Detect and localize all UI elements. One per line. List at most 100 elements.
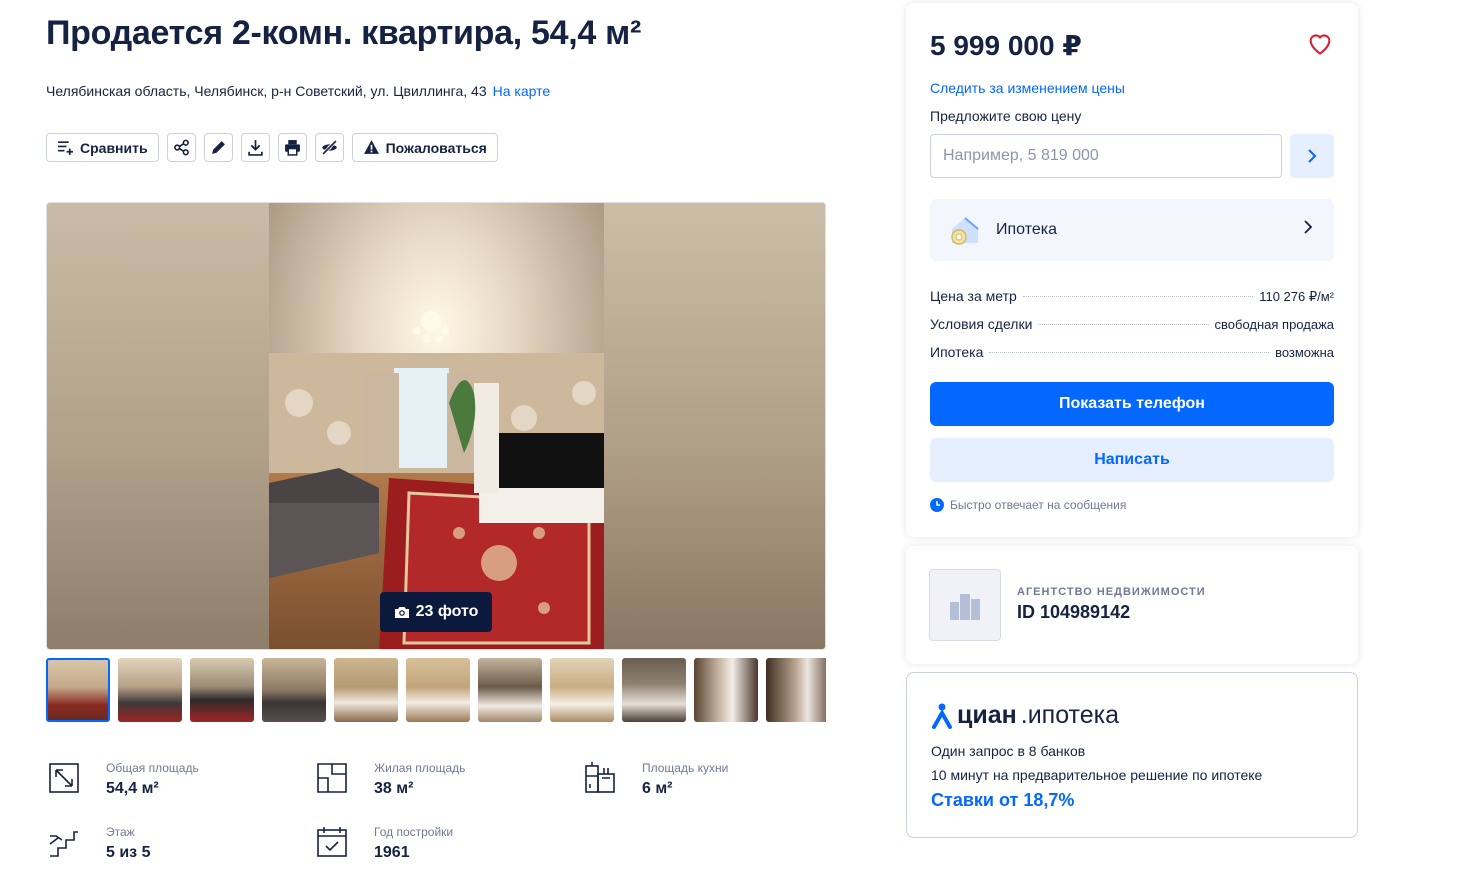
detail-row: Условия сделки свободная продажа [930,316,1334,334]
offer-price-input[interactable] [930,134,1282,178]
thumbnail[interactable] [766,658,826,722]
cian-brand: циан [957,701,1017,729]
download-icon [247,140,263,156]
fact-label: Жилая площадь [374,761,466,775]
share-button[interactable] [166,133,196,162]
cian-mortgage-logo: циан .ипотека [931,701,1119,730]
fact-label: Площадь кухни [642,761,729,775]
cian-brand-suffix: .ипотека [1020,701,1120,729]
fact-label: Год постройки [374,825,454,839]
print-button[interactable] [277,133,307,162]
thumbnail[interactable] [478,658,542,722]
chevron-right-icon [1308,149,1317,163]
mortgage-row[interactable]: Ипотека [930,199,1334,261]
area-icon [49,763,79,793]
detail-label: Условия сделки [930,316,1033,332]
agency-logo [929,569,1001,641]
detail-value: возможна [1275,345,1334,360]
cian-line-2: 10 минут на предварительное решение по и… [931,767,1263,783]
mortgage-label: Ипотека [996,221,1058,238]
page-title: Продается 2-комн. квартира, 54,4 м² [46,14,641,52]
compare-icon [58,141,73,155]
show-phone-button[interactable]: Показать телефон [930,382,1334,426]
fact-build-year: Год постройки 1961 [314,824,453,864]
fact-value: 5 из 5 [106,844,151,861]
calendar-icon [317,827,347,857]
print-icon [284,140,300,156]
building-icon [950,594,980,620]
thumbnail-strip [46,658,826,722]
agency-card[interactable]: АГЕНТСТВО НЕДВИЖИМОСТИ ID 104989142 [906,546,1358,664]
floorplan-icon [317,763,347,793]
complain-label: Пожаловаться [385,139,487,156]
thumbnail[interactable] [622,658,686,722]
offer-label: Предложите свою цену [930,108,1082,124]
living-room-photo [269,203,604,649]
photo-counter-button[interactable]: 23 фото [380,592,492,632]
fact-label: Этаж [106,825,135,839]
thumbnail[interactable] [550,658,614,722]
cian-rate: Ставки от 18,7% [931,790,1075,810]
detail-value: свободная продажа [1214,317,1334,332]
main-photo[interactable] [269,203,604,649]
detail-row: Ипотека возможна [930,344,1334,362]
gallery-blur-right [603,203,825,649]
camera-icon [394,607,409,618]
cian-line-1: Один запрос в 8 банков [931,743,1086,759]
hide-icon [321,139,337,156]
detail-row: Цена за метр 110 276 ₽/м² [930,288,1334,306]
price-card: 5 999 000 ₽ Следить за изменением цены П… [906,3,1358,537]
fact-kitchen-area: Площадь кухни 6 м² [582,760,728,800]
thumbnail[interactable] [406,658,470,722]
thumbnail[interactable] [334,658,398,722]
fact-total-area: Общая площадь 54,4 м² [46,760,199,800]
complain-button[interactable]: Пожаловаться [351,133,498,162]
fact-value: 54,4 м² [106,780,159,797]
clock-icon [930,498,944,512]
favorite-heart-icon[interactable] [1306,29,1334,57]
thumbnail[interactable] [262,658,326,722]
share-icon [173,139,189,156]
detail-value: 110 276 ₽/м² [1259,289,1334,304]
follow-price-link[interactable]: Следить за изменением цены [930,80,1125,96]
warning-icon [363,140,379,154]
fact-value: 1961 [374,844,410,861]
fact-floor: Этаж 5 из 5 [46,824,150,864]
thumbnail[interactable] [190,658,254,722]
detail-label: Цена за метр [930,288,1017,304]
compare-label: Сравнить [80,139,148,156]
address: Челябинская область, Челябинск, р-н Сове… [46,83,550,99]
fast-reply-note: Быстро отвечает на сообщения [930,498,1126,512]
kitchen-icon [585,762,615,793]
cian-logo-icon [932,703,952,729]
agency-type: АГЕНТСТВО НЕДВИЖИМОСТИ [1017,586,1206,598]
edit-button[interactable] [203,133,233,162]
thumbnail[interactable] [118,658,182,722]
fact-living-area: Жилая площадь 38 м² [314,760,465,800]
map-link[interactable]: На карте [493,83,551,99]
edit-icon [211,141,225,154]
gallery-blur-left [47,203,269,649]
fact-value: 6 м² [642,780,673,797]
chevron-right-icon [1304,220,1313,234]
write-message-button[interactable]: Написать [930,438,1334,482]
detail-label: Ипотека [930,344,984,360]
download-button[interactable] [240,133,270,162]
hide-button[interactable] [314,133,344,162]
fact-label: Общая площадь [106,761,199,775]
photo-count: 23 фото [415,603,479,620]
address-text: Челябинская область, Челябинск, р-н Сове… [46,83,487,99]
offer-submit-button[interactable] [1290,134,1334,178]
house-coin-icon [951,217,979,245]
agency-id: ID 104989142 [1017,602,1131,622]
fact-value: 38 м² [374,780,414,797]
compare-button[interactable]: Сравнить [46,133,159,162]
fast-reply-text: Быстро отвечает на сообщения [950,498,1127,512]
photo-gallery[interactable] [46,202,826,650]
price: 5 999 000 ₽ [930,30,1082,61]
thumbnail[interactable] [694,658,758,722]
cian-mortgage-card[interactable]: циан .ипотека Один запрос в 8 банков 10 м… [906,672,1358,838]
stairs-icon [49,831,78,857]
thumbnail[interactable] [46,658,110,722]
toolbar: Сравнить Пожаловаться [46,133,498,162]
